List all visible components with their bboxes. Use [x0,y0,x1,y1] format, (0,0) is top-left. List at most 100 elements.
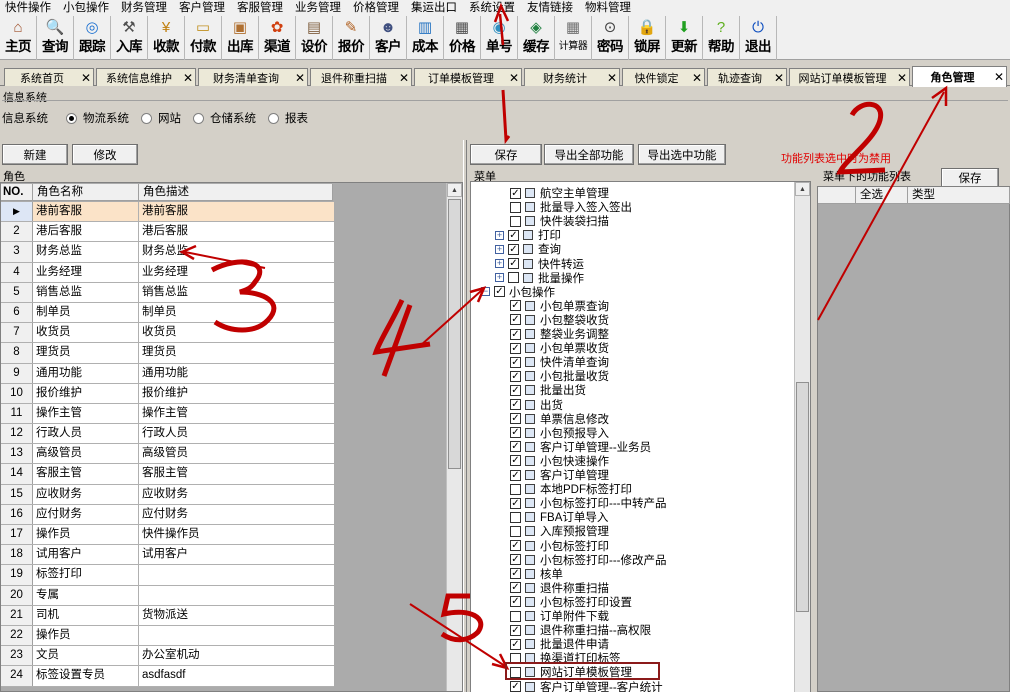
tree-checkbox[interactable] [510,610,521,622]
table-row[interactable]: 8 理货员 理货员 [1,343,334,364]
column-no[interactable]: NO. [1,184,33,200]
column-role-desc[interactable]: 角色描述 [139,184,333,200]
toolbar-button-15[interactable]: ▦ 计算器 [555,16,592,60]
tab-6[interactable]: 快件锁定 ✕ [622,68,705,86]
role-name-cell[interactable]: 试用客户 [33,545,139,565]
radio-option-3[interactable]: 报表 [268,110,308,126]
tree-checkbox[interactable] [510,201,521,213]
role-desc-cell[interactable]: 快件操作员 [139,525,334,545]
role-desc-cell[interactable]: 应付财务 [139,504,334,524]
role-name-cell[interactable]: 报价维护 [33,383,139,403]
tree-checkbox[interactable] [510,187,521,199]
tree-node[interactable]: 换渠道打印标签 [510,651,621,665]
table-row[interactable]: 21 司机 货物派送 [1,605,334,626]
role-name-cell[interactable]: 标签设置专员 [33,666,139,686]
role-name-cell[interactable]: 操作员 [33,625,139,646]
tab-1[interactable]: 系统信息维护 ✕ [96,68,196,86]
tree-node[interactable]: 小包标签打印设置 [510,595,632,609]
role-name-cell[interactable]: 理货员 [33,343,139,363]
edit-role-button[interactable]: 修改 [72,144,138,165]
menu-item-7[interactable]: 集运出口 [406,0,464,16]
menu-item-4[interactable]: 客服管理 [232,0,290,16]
tree-node[interactable]: 航空主单管理 [510,186,609,200]
table-row[interactable]: 2 港后客服 港后客服 [1,222,334,243]
tree-node[interactable]: 小包预报导入 [510,426,609,440]
tree-node[interactable]: 客户订单管理--业务员 [510,440,651,454]
tree-checkbox[interactable] [510,582,521,594]
toolbar-button-4[interactable]: ¥ 收款 [148,16,185,60]
toolbar-button-8[interactable]: ▤ 设价 [296,16,333,60]
role-name-cell[interactable]: 业务经理 [33,262,139,282]
radio-button-icon[interactable] [141,112,152,124]
tree-node[interactable]: 小包单票查询 [510,299,609,313]
toolbar-button-9[interactable]: ✎ 报价 [333,16,370,60]
role-desc-cell[interactable]: 收货员 [139,323,334,343]
tab-4[interactable]: 订单模板管理 ✕ [414,68,522,86]
tree-checkbox[interactable] [510,455,521,467]
column-select-all[interactable]: 全选 [856,187,908,203]
tree-checkbox[interactable] [510,511,521,523]
expand-icon[interactable]: + [495,273,504,283]
role-desc-cell[interactable] [139,565,334,585]
toolbar-button-6[interactable]: ▣ 出库 [222,16,259,60]
tree-node[interactable]: +打印 [495,228,561,242]
tree-node[interactable]: 小包标签打印---修改产品 [510,553,667,567]
toolbar-button-13[interactable]: ◉ 单号 [481,16,518,60]
tree-checkbox[interactable] [508,229,519,241]
tree-node[interactable]: 出货 [510,398,563,412]
role-name-cell[interactable]: 行政人员 [33,424,139,444]
role-desc-cell[interactable]: 办公室机动 [139,646,334,666]
table-row[interactable]: 10 报价维护 报价维护 [1,383,334,404]
toolbar-button-7[interactable]: ✿ 渠道 [259,16,296,60]
tree-checkbox[interactable] [510,638,521,650]
role-name-cell[interactable]: 客服主管 [33,464,139,484]
tree-checkbox[interactable] [510,596,521,608]
tree-node[interactable]: 快件清单查询 [510,355,609,369]
tree-checkbox[interactable] [510,314,521,326]
column-role-name[interactable]: 角色名称 [33,184,139,200]
role-name-cell[interactable]: 司机 [33,605,139,625]
tree-checkbox[interactable] [510,342,521,354]
tree-checkbox[interactable] [510,215,521,227]
tree-node[interactable]: 本地PDF标签打印 [510,482,632,496]
tree-node[interactable]: 批量退件申请 [510,637,609,651]
tree-scroll-thumb[interactable] [796,382,809,612]
radio-button-icon[interactable] [66,112,77,124]
scroll-thumb[interactable] [448,199,461,469]
expand-icon[interactable]: + [495,230,504,240]
tree-checkbox[interactable] [510,427,521,439]
toolbar-button-18[interactable]: ⬇ 更新 [666,16,703,60]
role-name-cell[interactable]: 制单员 [33,302,139,323]
radio-option-1[interactable]: 网站 [141,110,181,126]
table-row[interactable]: 5 销售总监 销售总监 [1,282,334,303]
role-name-cell[interactable]: 通用功能 [33,363,139,383]
tree-checkbox[interactable] [510,483,521,495]
table-row[interactable]: 18 试用客户 试用客户 [1,545,334,566]
table-row[interactable]: ▶ 港前客服 港前客服 [1,202,334,223]
save-button[interactable]: 保存 [470,144,542,165]
tree-checkbox[interactable] [510,328,521,340]
tree-checkbox[interactable] [510,469,521,481]
tab-3[interactable]: 退件称重扫描 ✕ [310,68,412,86]
tree-node[interactable]: −小包操作 [481,285,555,299]
close-icon[interactable]: ✕ [605,71,619,85]
role-name-cell[interactable]: 操作主管 [33,403,139,424]
export-all-functions-button[interactable]: 导出全部功能 [544,144,634,165]
role-desc-cell[interactable]: 货物派送 [139,605,334,625]
tree-checkbox[interactable] [510,441,521,453]
role-desc-cell[interactable]: 销售总监 [139,282,334,302]
role-desc-cell[interactable]: 业务经理 [139,262,334,282]
table-row[interactable]: 11 操作主管 操作主管 [1,403,334,425]
tree-checkbox[interactable] [510,624,521,636]
column-type[interactable]: 类型 [908,187,1010,203]
menu-item-10[interactable]: 物料管理 [580,0,638,16]
tab-2[interactable]: 财务清单查询 ✕ [198,68,308,86]
close-icon[interactable]: ✕ [992,70,1006,84]
menu-item-3[interactable]: 客户管理 [174,0,232,16]
role-name-cell[interactable]: 应付财务 [33,504,139,524]
tree-checkbox[interactable] [510,370,521,382]
tree-checkbox[interactable] [508,272,519,284]
radio-button-icon[interactable] [268,112,279,124]
close-icon[interactable]: ✕ [772,71,786,85]
role-desc-cell[interactable]: 客服主管 [139,464,334,484]
